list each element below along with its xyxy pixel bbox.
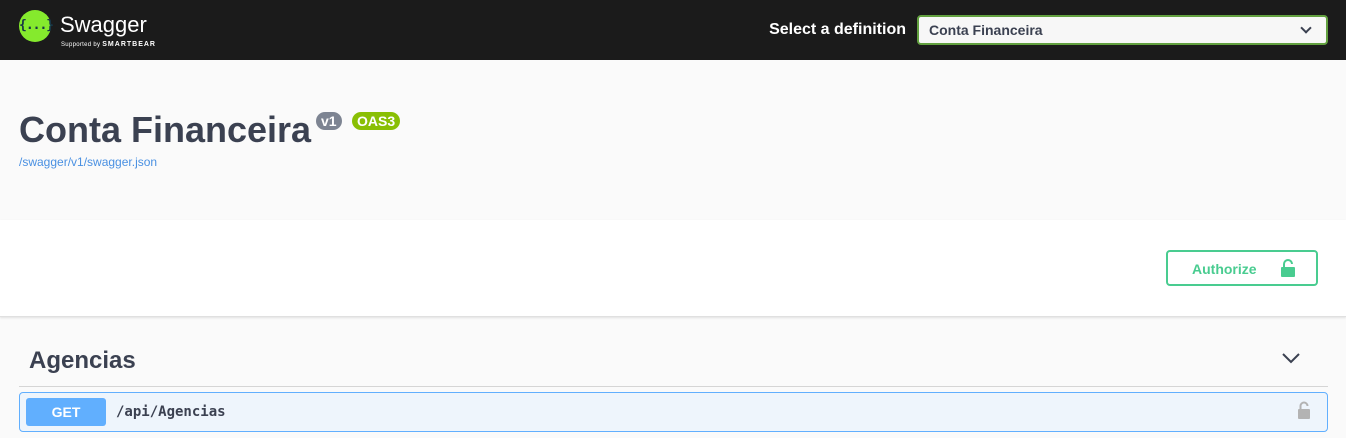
tag-title: Agencias [29, 347, 136, 374]
topbar: {...} Swagger Supported by SMARTBEAR Sel… [0, 0, 1346, 60]
definition-select[interactable]: Conta Financeira [917, 15, 1328, 45]
brand-name: Swagger [60, 12, 147, 37]
version-badge: v1 [316, 112, 342, 130]
definition-select-value: Conta Financeira [929, 22, 1043, 38]
unlock-icon[interactable] [1297, 401, 1311, 419]
tag-section-agencias[interactable]: Agencias [19, 330, 1328, 387]
method-badge-get: GET [26, 398, 106, 426]
unlock-icon [1281, 259, 1295, 277]
select-definition-label: Select a definition [769, 21, 906, 38]
oas-badge: OAS3 [352, 112, 401, 130]
logo-glyph: {...} [19, 18, 54, 33]
brand-tagline-prefix: Supported by [61, 42, 101, 48]
swagger-logo-icon[interactable]: {...} [19, 10, 54, 42]
brand-tagline-company: SMARTBEAR [102, 41, 156, 48]
authorize-label: Authorize [1192, 261, 1257, 277]
brand-tagline: Supported by SMARTBEAR [61, 41, 156, 49]
scheme-container: Authorize [0, 220, 1346, 317]
api-info: Conta Financeira v1 OAS3 /swagger/v1/swa… [0, 60, 1346, 220]
chevron-down-icon [1300, 22, 1312, 34]
operation-get-agencias[interactable]: GET /api/Agencias [19, 392, 1328, 432]
page-title: Conta Financeira [19, 109, 312, 150]
authorize-button[interactable]: Authorize [1166, 250, 1318, 286]
chevron-down-icon[interactable] [1282, 352, 1300, 364]
spec-url-link[interactable]: /swagger/v1/swagger.json [19, 155, 157, 169]
operation-path: /api/Agencias [116, 404, 226, 420]
